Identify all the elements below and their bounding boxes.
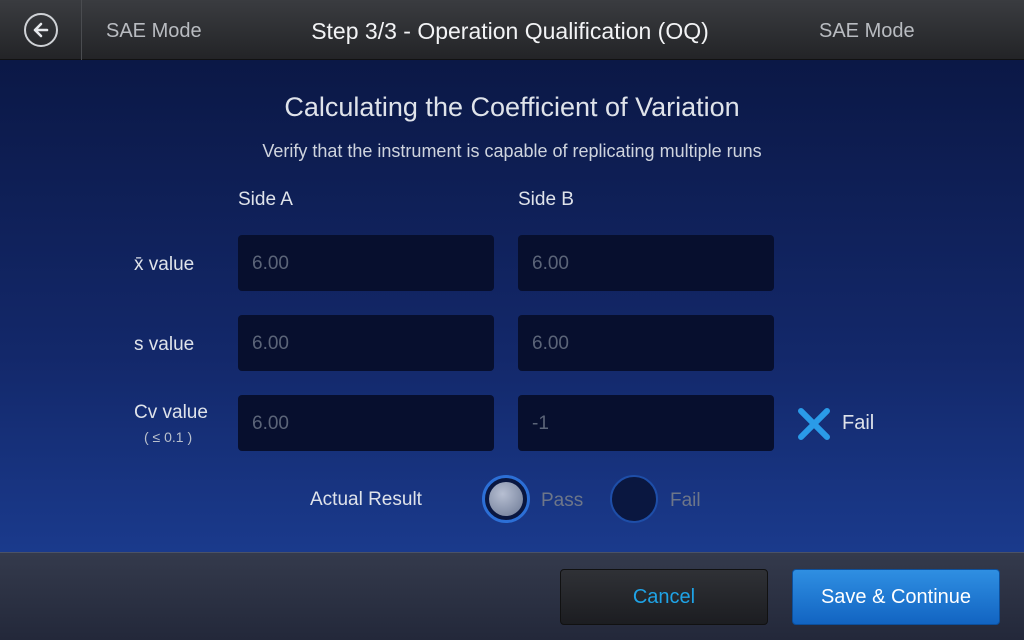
back-arrow-icon [23, 13, 58, 47]
x-icon [798, 408, 830, 440]
radio-selected-dot [489, 482, 523, 516]
cancel-button[interactable]: Cancel [560, 569, 768, 625]
pass-radio[interactable] [482, 475, 530, 523]
back-button[interactable] [0, 0, 82, 60]
column-header-side-a: Side A [238, 189, 293, 210]
row-label-cv: Cv value [134, 402, 208, 423]
footer-bar: Cancel Save & Continue [0, 552, 1024, 640]
fail-radio[interactable] [610, 475, 658, 523]
page-subtitle: Verify that the instrument is capable of… [262, 141, 762, 161]
s-side-a-field[interactable]: 6.00 [238, 315, 494, 371]
cv-side-b-field[interactable]: -1 [518, 395, 774, 451]
s-side-b-field[interactable]: 6.00 [518, 315, 774, 371]
header-bar: SAE Mode Step 3/3 - Operation Qualificat… [0, 0, 1024, 60]
actual-result-label: Actual Result [310, 489, 422, 510]
main-panel: Calculating the Coefficient of Variation… [0, 60, 1024, 552]
header-mode-right: SAE Mode [819, 20, 915, 42]
pass-radio-label[interactable]: Pass [541, 490, 583, 512]
cv-side-a-field[interactable]: 6.00 [238, 395, 494, 451]
cv-result-label: Fail [842, 412, 875, 434]
row-label-x-mean: x̄ value [134, 254, 195, 275]
fail-radio-label[interactable]: Fail [670, 490, 701, 512]
x-mean-side-a-field[interactable]: 6.00 [238, 235, 494, 291]
column-header-side-b: Side B [518, 189, 574, 210]
header-mode-left: SAE Mode [106, 20, 202, 42]
header-title: Step 3/3 - Operation Qualification (OQ) [311, 18, 709, 44]
save-continue-button[interactable]: Save & Continue [792, 569, 1000, 625]
page-title: Calculating the Coefficient of Variation [284, 92, 740, 122]
cv-limit-note: ( ≤ 0.1 ) [144, 429, 193, 445]
row-label-s: s value [134, 334, 195, 355]
x-mean-side-b-field[interactable]: 6.00 [518, 235, 774, 291]
